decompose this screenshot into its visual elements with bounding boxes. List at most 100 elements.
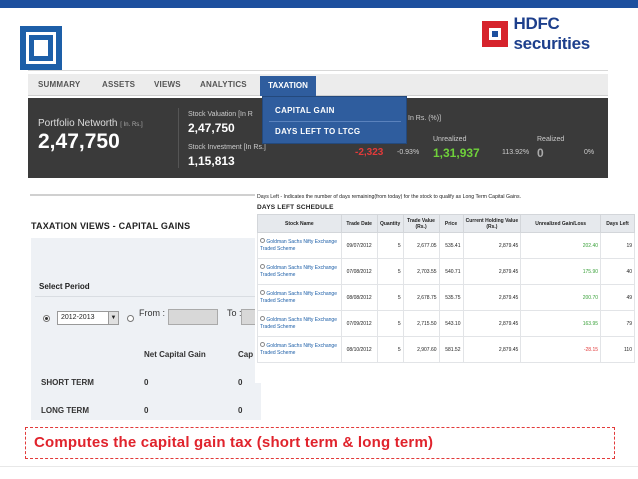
stock-name-link[interactable]: Goldman Sachs Nifty Exchange Traded Sche… — [257, 310, 342, 337]
holding-value: 2,879.45 — [462, 336, 522, 363]
quantity: 5 — [376, 284, 404, 311]
stock-valuation-value: 2,47,750 — [188, 121, 235, 135]
year-select-value: 2012-2013 — [61, 314, 95, 321]
table-row[interactable]: Goldman Sachs Nifty Exchange Traded Sche… — [257, 310, 635, 337]
trade-value: 2,907.60 — [402, 336, 440, 363]
realized-label: Realized — [537, 136, 565, 143]
capital-header: Cap — [238, 350, 254, 359]
tab-analytics[interactable]: ANALYTICS — [200, 80, 247, 89]
trade-value: 2,678.75 — [402, 284, 440, 311]
price: 543.10 — [438, 310, 464, 337]
taxation-dropdown-menu: CAPITAL GAIN DAYS LEFT TO LTCG — [262, 96, 407, 144]
col-stock-name: Stock Name — [257, 214, 342, 233]
divider — [178, 108, 179, 168]
company-logo-icon — [20, 26, 62, 70]
trade-date: 08/10/2012 — [340, 336, 378, 363]
year-select[interactable]: 2012-2013 ▼ — [57, 311, 119, 325]
taxation-views-title: TAXATION VIEWS - CAPITAL GAINS — [31, 221, 191, 231]
unrealized-loss: -28.15 — [520, 336, 602, 363]
tab-assets[interactable]: ASSETS — [102, 80, 135, 89]
top-band — [0, 0, 638, 8]
tab-summary[interactable]: SUMMARY — [38, 80, 80, 89]
unrealized-label: Unrealized — [433, 136, 467, 143]
short-term-cap-value: 0 — [238, 378, 243, 387]
unrealized-value: 1,31,937 — [433, 146, 480, 160]
net-capital-gain-header: Net Capital Gain — [144, 350, 206, 359]
trade-date: 07/08/2012 — [340, 258, 378, 285]
trade-value: 2,715.50 — [402, 310, 440, 337]
stock-investment-value: 1,15,813 — [188, 154, 235, 168]
table-row[interactable]: Goldman Sachs Nifty Exchange Traded Sche… — [257, 258, 635, 285]
price: 581.52 — [438, 336, 464, 363]
price: 535.41 — [438, 232, 464, 259]
portfolio-networth-value: 2,47,750 — [38, 130, 120, 153]
brand-name: HDFC securities — [513, 14, 591, 53]
date-range-radio[interactable] — [127, 315, 134, 322]
col-holding-value: Current Holding Value (Rs.) — [462, 214, 522, 233]
menu-item-days-left-to-ltcg[interactable]: DAYS LEFT TO LTCG — [275, 127, 360, 136]
stock-name-link[interactable]: Goldman Sachs Nifty Exchange Traded Sche… — [257, 284, 342, 311]
col-quantity: Quantity — [376, 214, 404, 233]
row-radio[interactable] — [260, 238, 265, 243]
realized-percent: 0% — [584, 149, 595, 156]
stock-name-link[interactable]: Goldman Sachs Nifty Exchange Traded Sche… — [257, 258, 342, 285]
days-left-note: Days Left - Indicates the number of days… — [257, 194, 522, 200]
long-term-net-value: 0 — [144, 406, 149, 415]
days-left: 49 — [600, 284, 635, 311]
stock-name-link[interactable]: Goldman Sachs Nifty Exchange Traded Sche… — [257, 336, 342, 363]
capital-gains-panel: Select Period 2012-2013 ▼ From : To : Ne… — [31, 238, 261, 420]
menu-item-capital-gain[interactable]: CAPITAL GAIN — [275, 106, 335, 115]
tab-taxation[interactable]: TAXATION — [260, 76, 316, 96]
row-radio[interactable] — [260, 342, 265, 347]
row-radio[interactable] — [260, 264, 265, 269]
table-row[interactable]: Goldman Sachs Nifty Exchange Traded Sche… — [257, 336, 635, 363]
select-period-label: Select Period — [39, 282, 90, 291]
holding-value: 2,879.45 — [462, 258, 522, 285]
days-left-title: DAYS LEFT SCHEDULE — [257, 204, 334, 211]
gain-loss-value: -2,323 — [355, 147, 384, 158]
col-unrealized: Unrealized Gain/Loss — [520, 214, 602, 233]
chevron-down-icon[interactable]: ▼ — [108, 312, 118, 324]
year-radio[interactable] — [43, 315, 50, 322]
tab-views[interactable]: VIEWS — [154, 80, 181, 89]
price: 535.75 — [438, 284, 464, 311]
realized-value: 0 — [537, 146, 544, 160]
table-row[interactable]: Goldman Sachs Nifty Exchange Traded Sche… — [257, 232, 635, 259]
quantity: 5 — [376, 232, 404, 259]
divider — [30, 194, 260, 196]
main-nav: SUMMARY ASSETS VIEWS ANALYTICS TAXATION — [28, 74, 608, 96]
unrealized-gain: 175.90 — [520, 258, 602, 285]
col-trade-value: Trade Value (Rs.) — [402, 214, 440, 233]
days-left-table: Stock Name Trade Date Quantity Trade Val… — [257, 214, 635, 363]
trade-date: 08/08/2012 — [340, 284, 378, 311]
caption-box: Computes the capital gain tax (short ter… — [25, 427, 615, 459]
stock-investment-label: Stock Investment [In Rs.] — [188, 144, 266, 151]
slide-header: HDFC securities — [0, 8, 638, 70]
unrealized-percent: 113.92% — [502, 149, 530, 156]
from-date-input[interactable] — [168, 309, 218, 325]
row-radio[interactable] — [260, 290, 265, 295]
hdfc-securities-logo: HDFC securities — [482, 14, 638, 53]
trade-date: 09/07/2012 — [340, 232, 378, 259]
table-row[interactable]: Goldman Sachs Nifty Exchange Traded Sche… — [257, 284, 635, 311]
long-term-label: LONG TERM — [41, 406, 89, 415]
divider — [269, 121, 401, 122]
table-header-row: Stock Name Trade Date Quantity Trade Val… — [257, 214, 635, 233]
quantity: 5 — [376, 336, 404, 363]
holding-value: 2,879.45 — [462, 310, 522, 337]
quantity: 5 — [376, 258, 404, 285]
days-left: 110 — [600, 336, 635, 363]
days-left-popup: Days Left - Indicates the number of days… — [255, 190, 637, 383]
gain-loss-unit: In Rs. (%)] — [408, 115, 442, 122]
holding-value: 2,879.45 — [462, 232, 522, 259]
from-label: From : — [139, 308, 165, 318]
divider — [28, 70, 608, 71]
gain-loss-percent: -0.93% — [397, 149, 420, 156]
days-left: 19 — [600, 232, 635, 259]
to-label: To : — [227, 308, 242, 318]
stock-name-link[interactable]: Goldman Sachs Nifty Exchange Traded Sche… — [257, 232, 342, 259]
col-days-left: Days Left — [600, 214, 635, 233]
short-term-net-value: 0 — [144, 378, 149, 387]
bottom-band — [0, 466, 638, 479]
row-radio[interactable] — [260, 316, 265, 321]
